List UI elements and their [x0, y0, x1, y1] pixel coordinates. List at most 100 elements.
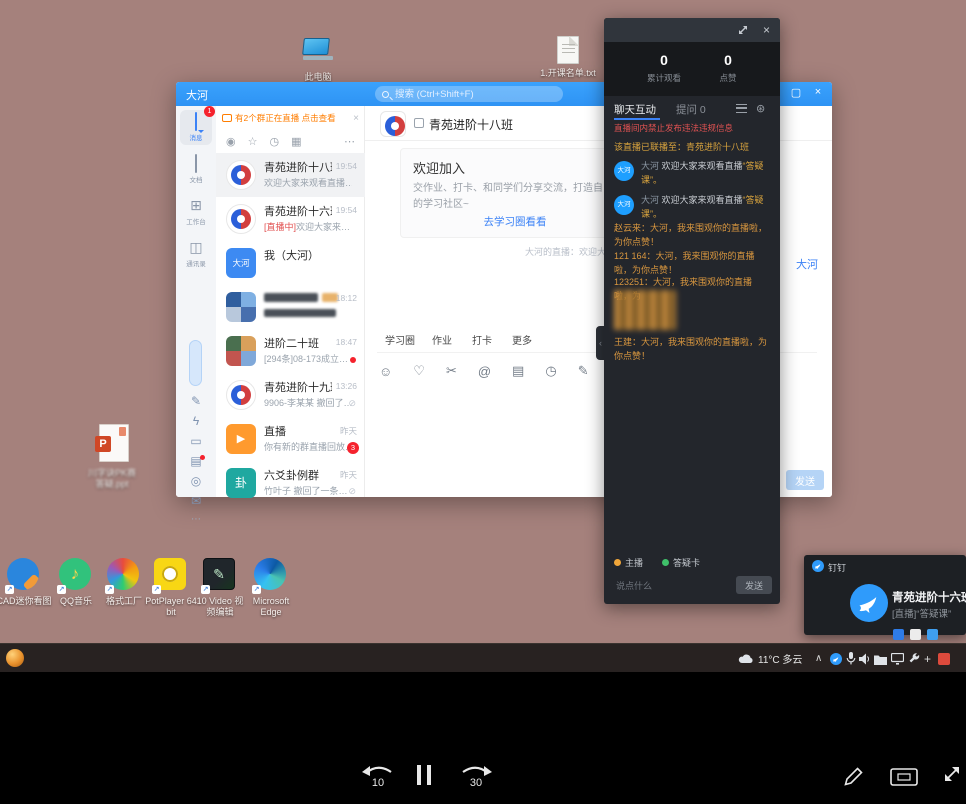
conversation-item[interactable]: 青苑进阶十六班 19:54 [直播中]欢迎大家来…: [216, 197, 365, 241]
list-icon[interactable]: [736, 104, 747, 113]
welcome-title: 欢迎加入: [413, 158, 465, 177]
mail-icon[interactable]: ✉: [182, 494, 210, 508]
chat-message-input[interactable]: [614, 578, 726, 594]
phone-capsule-icon[interactable]: [189, 340, 202, 386]
panel-send-button[interactable]: 发送: [736, 576, 772, 594]
host-message: 大河 大河 欢迎大家来观看直播“答疑课”。: [614, 194, 772, 222]
desktop-icon-video-editor[interactable]: ✎↗: [203, 558, 237, 592]
close-button[interactable]: ×: [810, 86, 826, 98]
compose-icon[interactable]: ✎: [182, 394, 210, 408]
panel-titlebar: ×: [604, 18, 780, 42]
windows-taskbar: 11°C 多云 ∧ +: [0, 643, 966, 672]
tray-wrench-icon[interactable]: [908, 653, 920, 665]
tray-microphone-icon[interactable]: [846, 652, 856, 665]
banner-close-icon[interactable]: ×: [353, 113, 359, 124]
unread-dot: [350, 357, 356, 363]
rewind-arc-icon: [362, 762, 394, 777]
sidebar-item-docs[interactable]: 文档: [180, 152, 212, 187]
like-icon[interactable]: ♡: [413, 363, 425, 379]
weather-widget[interactable]: 11°C 多云: [738, 644, 802, 673]
search-input[interactable]: [393, 88, 553, 101]
panel-close-icon[interactable]: ×: [763, 23, 770, 37]
tab-checkin[interactable]: 打卡: [472, 332, 492, 347]
forward-30-button[interactable]: 30: [458, 762, 494, 789]
conversation-item[interactable]: 卦 六爻卦例群 昨天 竹叶子 撤回了一条… ⊘: [216, 461, 365, 505]
schedule-icon[interactable]: ◷: [545, 363, 556, 379]
conversation-item[interactable]: 青苑进阶十九班 13:26 9906-李某某 撤回了… ⊘: [216, 373, 365, 417]
conversation-item[interactable]: 18:12: [216, 285, 365, 329]
send-button[interactable]: 发送: [786, 470, 824, 490]
shrink-icon[interactable]: [738, 25, 748, 35]
text-file-icon: [557, 36, 579, 64]
keyboard-button[interactable]: [890, 768, 918, 786]
rows-icon[interactable]: ▤: [182, 454, 210, 468]
tray-red-app-icon[interactable]: [938, 653, 950, 665]
fullscreen-button[interactable]: [941, 763, 963, 785]
tray-folder-icon[interactable]: [874, 654, 887, 665]
filter-more-icon[interactable]: ⋯: [344, 135, 355, 148]
tab-homework[interactable]: 作业: [432, 332, 452, 347]
tray-speaker-icon[interactable]: [859, 653, 870, 665]
unread-badge: 3: [347, 442, 359, 454]
viewer-message: 王建：大河，我来围观你的直播啦，为你点赞！: [614, 336, 770, 364]
desktop-icon-cad[interactable]: ↗: [7, 558, 41, 592]
panel-red-notice: 直播间内禁止发布违法违规信息: [614, 122, 764, 134]
stat-total-views: 0 累计观看: [632, 52, 696, 84]
search-box[interactable]: [375, 86, 563, 102]
list-filter-row: ◉ ☆ ◷ ▦ ⋯: [216, 130, 365, 152]
desktop: 此电脑 1.开课名单.txt P 川字诀PK赛 答疑.ppt ↗ ♪↗ ↗ ↗: [0, 0, 966, 643]
sidebar-more-button[interactable]: ⋯: [182, 514, 210, 525]
desktop-icon-ppt-file[interactable]: P: [94, 424, 134, 468]
notification-dot: [200, 455, 205, 460]
tray-chevron-up-icon[interactable]: ∧: [815, 644, 822, 673]
this-pc-icon: [303, 38, 333, 60]
go-study-circle-link[interactable]: 去学习圈看看: [401, 214, 629, 229]
filter-all-icon[interactable]: ◉: [226, 135, 236, 148]
sidebar-item-workbench[interactable]: ⊞ 工作台: [180, 194, 212, 229]
sidebar-item-contacts[interactable]: ◫ 通讯录: [180, 236, 212, 271]
conversation-item[interactable]: ▶ 直播 昨天 你有新的群直播回放… 3: [216, 417, 365, 461]
tab-chat-interaction[interactable]: 聊天互动: [614, 102, 656, 117]
mention-icon[interactable]: @: [478, 364, 491, 379]
emoji-icon[interactable]: ☺: [379, 364, 392, 379]
desktop-icon-potplayer[interactable]: ↗: [154, 558, 188, 592]
desktop-icon-format-factory[interactable]: ↗: [107, 558, 141, 592]
tray-dingtalk-icon[interactable]: [830, 653, 842, 665]
screenshot-icon[interactable]: ✂: [446, 363, 457, 379]
viewer-message: 赵云来：大河，我来围观你的直播啦，为你点赞！: [614, 222, 770, 250]
pause-button[interactable]: [417, 765, 435, 785]
conversation-item[interactable]: 进阶二十班 18:47 [294条]08-173成立…: [216, 329, 365, 373]
desktop-icon-edge[interactable]: ↗: [254, 558, 288, 592]
filter-star-icon[interactable]: ☆: [248, 135, 258, 148]
sidebar-item-messages[interactable]: 1 消息: [180, 110, 212, 145]
box-icon[interactable]: ▭: [182, 434, 210, 448]
filter-recent-icon[interactable]: ◷: [269, 135, 279, 148]
taskbar-app-ball-icon[interactable]: [6, 649, 24, 667]
unread-badge: 1: [204, 106, 215, 117]
video-player-frame: 此电脑 1.开课名单.txt P 川字诀PK赛 答疑.ppt ↗ ♪↗ ↗ ↗: [0, 0, 966, 804]
dingtalk-notification[interactable]: 钉钉 青苑进阶十六班 [直播]“答疑课”: [804, 555, 966, 635]
gear-icon[interactable]: ⊛: [756, 102, 765, 115]
tab-more[interactable]: 更多: [512, 332, 532, 347]
flash-icon[interactable]: ϟ: [182, 414, 210, 428]
maximize-button[interactable]: ▢: [788, 86, 804, 99]
conversation-item[interactable]: 大河 我（大河）: [216, 241, 365, 285]
group-avatar: 卦: [226, 468, 256, 498]
filter-group-icon[interactable]: ▦: [291, 135, 301, 148]
tray-display-icon[interactable]: [891, 653, 904, 665]
conversation-item[interactable]: 青苑进阶十八班 19:54 欢迎大家来观看直播…: [216, 153, 365, 197]
live-broadcast-banner[interactable]: 有2个群正在直播 点击查看 ×: [216, 108, 365, 128]
desktop-icon-qq-music[interactable]: ♪↗: [59, 558, 93, 592]
annotate-pencil-button[interactable]: [843, 765, 865, 787]
target-icon[interactable]: ◎: [182, 474, 210, 488]
tab-study-circle[interactable]: 学习圈: [385, 332, 415, 347]
edit-icon[interactable]: ✎: [578, 363, 589, 379]
file-icon[interactable]: ▤: [512, 363, 524, 379]
rewind-10-button[interactable]: 10: [360, 762, 396, 789]
live-avatar: ▶: [226, 424, 256, 454]
tray-plus-icon[interactable]: +: [924, 644, 931, 673]
tab-questions[interactable]: 提问 0: [676, 102, 706, 117]
desktop-icon-label: PotPlayer 64 bit: [144, 596, 198, 619]
cloud-icon: [738, 653, 754, 664]
conversation-list: 有2个群正在直播 点击查看 × ◉ ☆ ◷ ▦ ⋯ 青苑进阶十八班 19:54 …: [216, 106, 365, 497]
